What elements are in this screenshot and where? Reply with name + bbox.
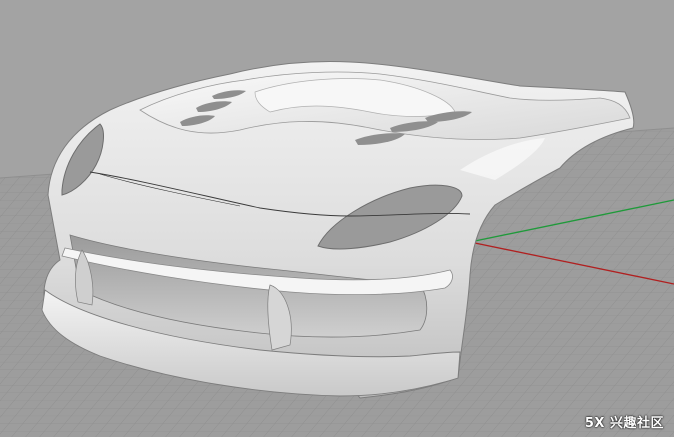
3d-scene[interactable] xyxy=(0,0,674,437)
rhino-viewport[interactable]: 5X 兴趣社区 xyxy=(0,0,674,437)
watermark-text: 5X 兴趣社区 xyxy=(584,416,664,431)
